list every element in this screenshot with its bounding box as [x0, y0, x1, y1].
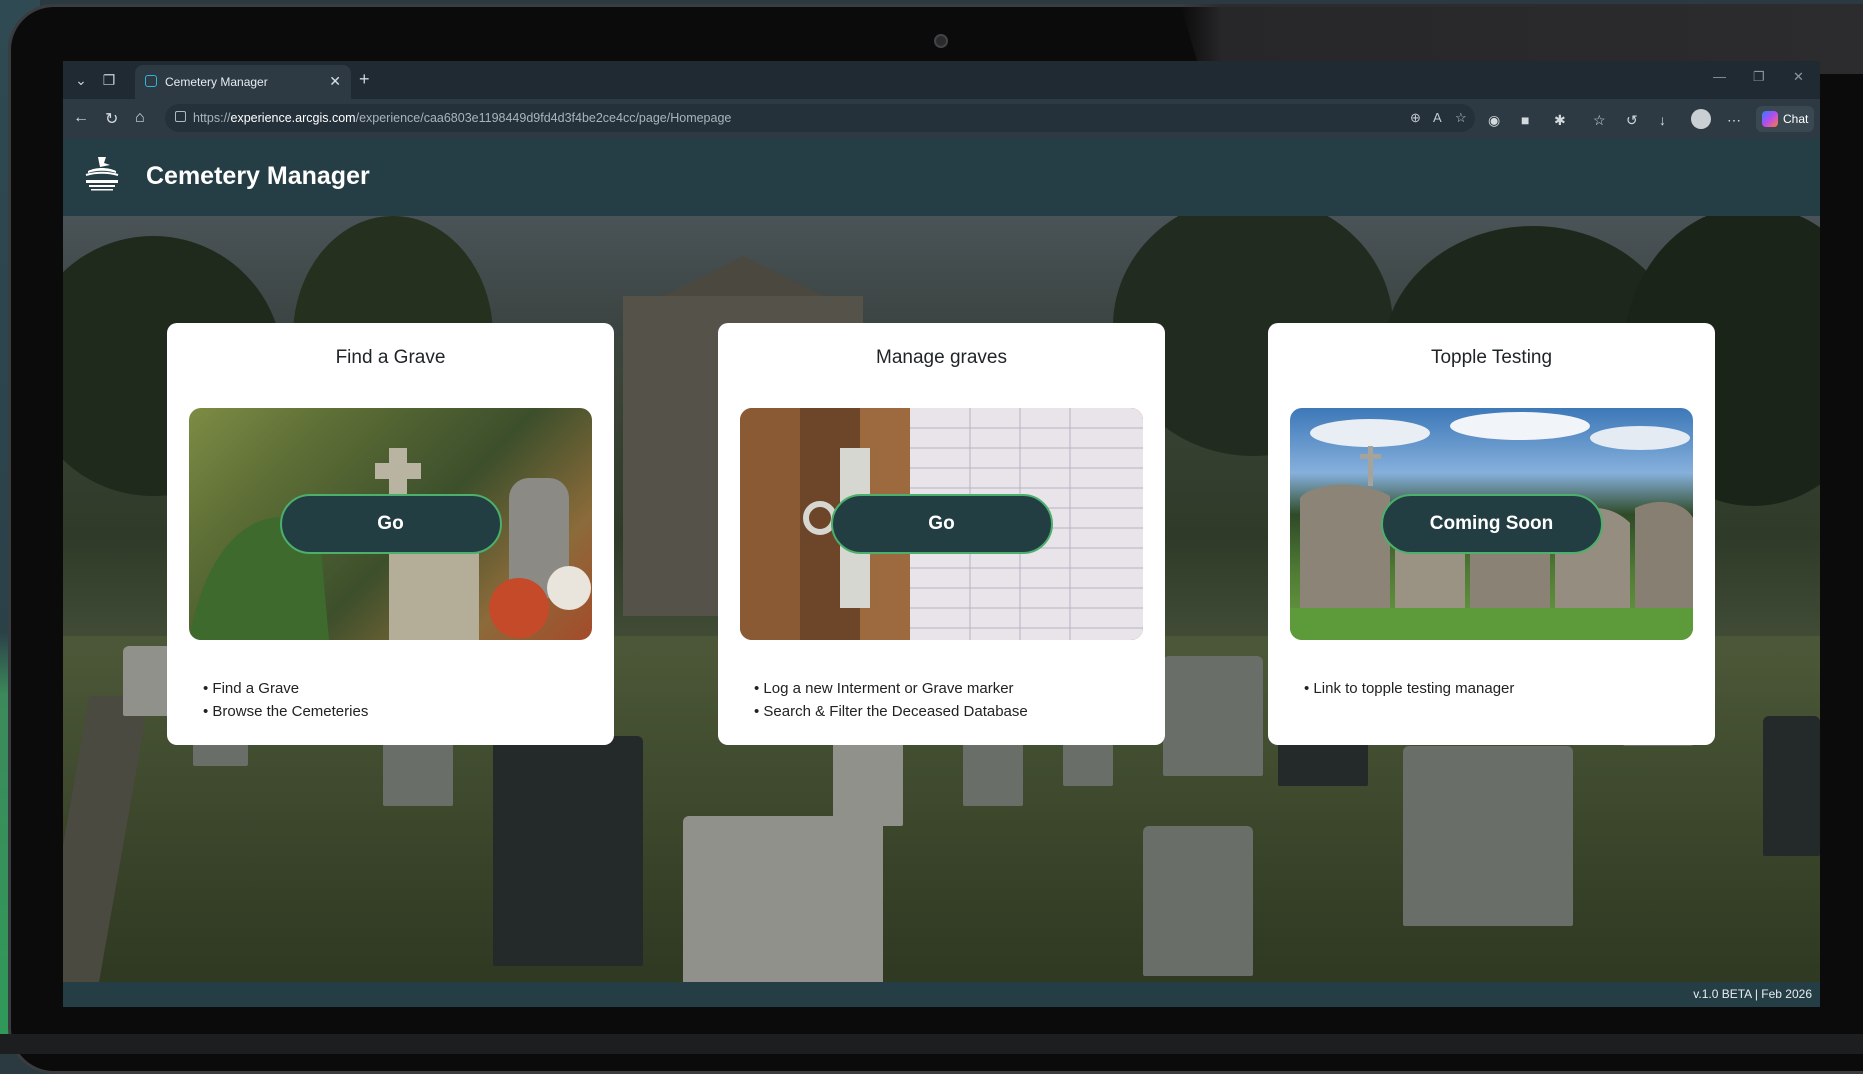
card-title: Find a Grave: [335, 347, 446, 368]
profile-avatar[interactable]: [1691, 109, 1711, 129]
download-icon[interactable]: ↓: [1659, 112, 1666, 128]
browser-address-bar: ← ↻ ⌂ https://experience.arcgis.com/expe…: [63, 99, 1820, 139]
list-item: Search & Filter the Deceased Database: [754, 700, 1027, 723]
extension-2-icon[interactable]: ■: [1521, 112, 1529, 128]
list-item: Find a Grave: [203, 677, 368, 700]
card-bullet-list: Find a Grave Browse the Cemeteries: [203, 677, 368, 723]
tab-list-chevron-icon[interactable]: ⌄: [69, 69, 93, 91]
new-tab-icon[interactable]: +: [359, 69, 370, 90]
card-topple-testing: Topple Testing Coming Soon • Link to top…: [1268, 323, 1715, 745]
card-title: Topple Testing: [1430, 347, 1553, 368]
gravestone: [1163, 656, 1263, 776]
gravestone: [123, 646, 173, 716]
minimize-icon[interactable]: —: [1713, 69, 1726, 84]
screen: ⌄ ❐ Cemetery Manager ✕ + — ❐ ✕ ← ↻ ⌂ htt…: [63, 61, 1820, 1007]
card-find-a-grave: Find a Grave Go Find a Grave Browse the …: [167, 323, 614, 745]
laptop-base: [0, 1034, 1863, 1054]
card-manage-graves: Manage graves Go • Log a new Interment o…: [718, 323, 1165, 745]
browser-tab-bar: ⌄ ❐ Cemetery Manager ✕ + — ❐ ✕: [63, 61, 1820, 99]
webcam: [934, 34, 948, 48]
refresh-icon[interactable]: ↻: [105, 109, 118, 129]
list-item: Browse the Cemeteries: [203, 700, 368, 723]
favorite-star-icon[interactable]: ☆: [1455, 110, 1467, 126]
card-bullet-list: Link to topple testing manager: [1304, 677, 1514, 700]
gravestone: [493, 736, 643, 966]
tab-close-icon[interactable]: ✕: [329, 73, 341, 90]
app-footer: v.1.0 BETA | Feb 2026: [63, 982, 1820, 1007]
gravestone: [1763, 716, 1820, 856]
page-title: Cemetery Manager: [146, 162, 370, 190]
card-image-headstones: Coming Soon: [1290, 408, 1693, 640]
gravestone: [1143, 826, 1253, 976]
copilot-icon: [1762, 111, 1778, 127]
window-close-icon[interactable]: ✕: [1793, 69, 1804, 85]
url-input[interactable]: https://experience.arcgis.com/experience…: [165, 104, 1475, 132]
council-logo-icon: [85, 157, 119, 191]
copilot-chat-button[interactable]: Chat: [1756, 106, 1814, 132]
lock-icon: [175, 111, 186, 122]
url-text: https://experience.arcgis.com/experience…: [193, 111, 732, 125]
extension-icon[interactable]: ◉: [1488, 112, 1500, 129]
find-a-grave-go-button[interactable]: Go: [279, 494, 502, 554]
list-item: Link to topple testing manager: [1304, 677, 1514, 700]
gravestone: [683, 816, 883, 982]
manage-graves-go-button[interactable]: Go: [830, 494, 1053, 554]
extensions-puzzle-icon[interactable]: ✱: [1554, 112, 1566, 129]
workspaces-icon[interactable]: ❐: [97, 69, 121, 91]
read-aloud-icon[interactable]: A: [1433, 110, 1442, 125]
gravestone: [1403, 746, 1573, 926]
tab-favicon-icon: [145, 75, 157, 87]
card-title: Manage graves: [876, 347, 1007, 368]
app-header: Cemetery Manager: [63, 139, 1820, 216]
more-menu-icon[interactable]: ⋯: [1727, 112, 1741, 129]
favorites-icon[interactable]: ☆: [1593, 112, 1606, 129]
home-icon[interactable]: ⌂: [135, 109, 145, 127]
tab-title: Cemetery Manager: [165, 75, 268, 89]
back-icon[interactable]: ←: [73, 109, 89, 127]
restore-icon[interactable]: ❐: [1753, 69, 1765, 85]
history-icon[interactable]: ↺: [1626, 112, 1638, 129]
card-image-cemetery: Go: [189, 408, 592, 640]
tab-cemetery-manager[interactable]: Cemetery Manager ✕: [135, 65, 351, 99]
list-item: Log a new Interment or Grave marker: [754, 677, 1028, 700]
hero-background: Find a Grave Go Find a Grave Browse the …: [63, 216, 1820, 982]
version-label: v.1.0 BETA | Feb 2026: [1693, 987, 1812, 1001]
zoom-icon[interactable]: ⊕: [1410, 110, 1421, 126]
chat-label: Chat: [1783, 112, 1809, 126]
topple-testing-coming-soon-button[interactable]: Coming Soon: [1380, 494, 1603, 554]
card-bullet-list: Log a new Interment or Grave marker Sear…: [754, 677, 1028, 723]
card-image-ledger: Go: [740, 408, 1143, 640]
